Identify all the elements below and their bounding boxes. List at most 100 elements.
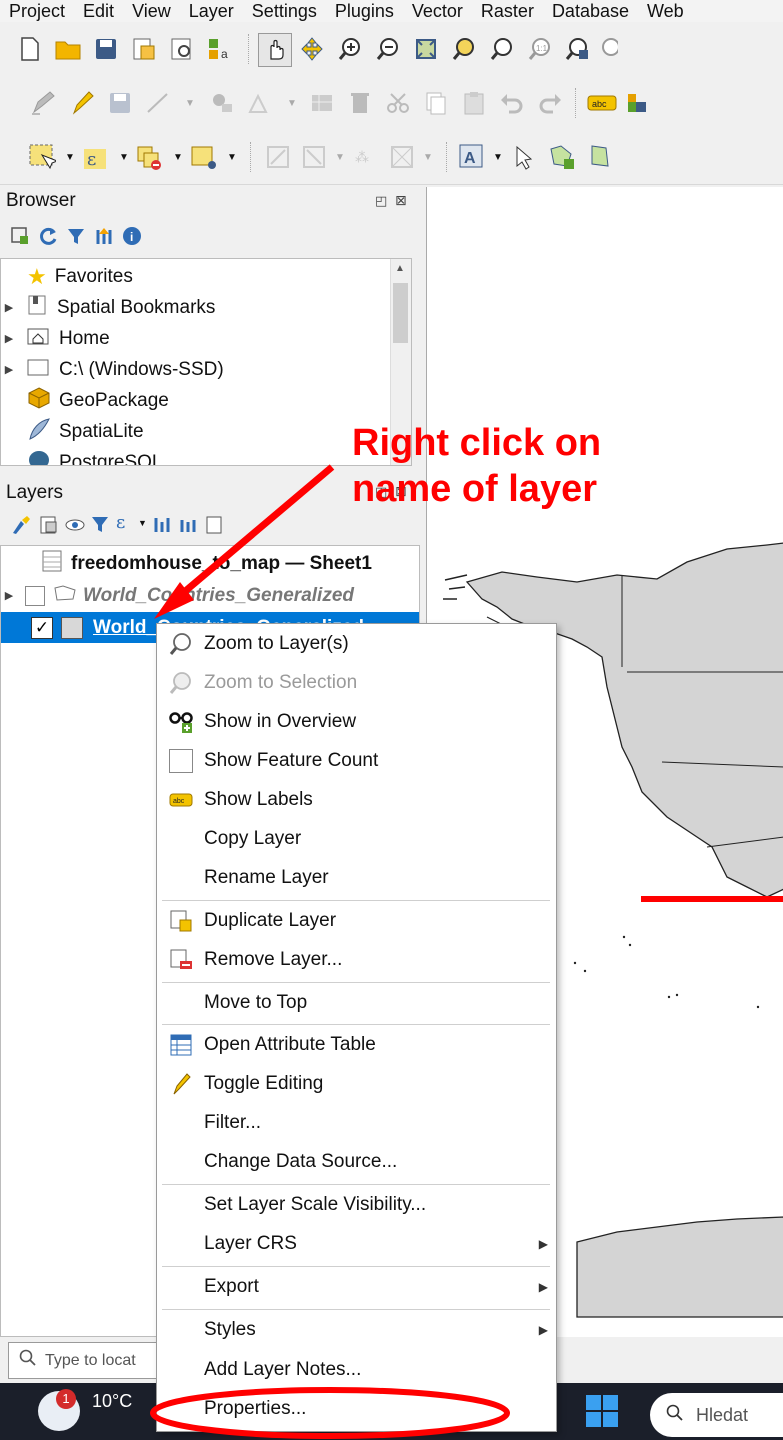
menu-zoom-to-layer[interactable]: Zoom to Layer(s) [157,625,556,663]
edit-table-icon[interactable] [306,87,338,119]
info-icon[interactable]: i [122,226,142,251]
menu-layer[interactable]: Layer [180,0,243,22]
layer-visibility-checkbox[interactable] [25,585,45,606]
expand-all-icon[interactable] [152,514,174,541]
add-group-icon[interactable] [38,514,60,541]
toggle-editing-icon[interactable] [66,87,98,119]
menu-view[interactable]: View [123,0,180,22]
menu-vector[interactable]: Vector [403,0,472,22]
menu-web[interactable]: Web [638,0,693,22]
dropdown-arrow-icon[interactable]: ▼ [224,141,240,173]
menu-plugins[interactable]: Plugins [326,0,403,22]
remove-layer-icon[interactable] [204,514,226,541]
add-part-icon[interactable] [546,141,578,173]
menu-properties[interactable]: Properties... [157,1390,556,1428]
scrollbar-thumb[interactable] [393,283,408,343]
browser-item-postgresql[interactable]: PostgreSQL [1,447,163,465]
menu-open-attribute-table[interactable]: Open Attribute Table [157,1026,556,1064]
snapping-icon[interactable]: ⁂ [350,141,382,173]
dropdown-arrow-icon[interactable]: ▼ [180,87,200,119]
dropdown-arrow-icon[interactable]: ▼ [116,141,132,173]
zoom-last-icon[interactable] [562,33,594,65]
checkbox-icon[interactable] [169,749,193,773]
windows-start-icon[interactable] [582,1391,622,1431]
locator-search[interactable]: Type to locat [8,1342,158,1379]
layer-labeling-icon[interactable] [626,87,650,119]
open-project-icon[interactable] [52,33,84,65]
add-selected-layers-icon[interactable] [10,226,30,251]
menu-rename-layer[interactable]: Rename Layer [157,859,556,897]
pan-to-selection-icon[interactable] [296,33,328,65]
select-features-icon[interactable] [26,141,58,173]
zoom-out-icon[interactable] [372,33,404,65]
label-toolbar-icon[interactable]: abc [586,87,618,119]
expand-arrow-icon[interactable]: ▶ [1,589,17,602]
menu-move-to-top[interactable]: Move to Top [157,984,556,1022]
select-arrow-icon[interactable] [508,141,540,173]
save-project-icon[interactable] [90,33,122,65]
vertex-tool-icon[interactable] [206,87,238,119]
browser-item-favorites[interactable]: ★ Favorites [1,261,133,292]
add-line-feature-icon[interactable] [142,87,174,119]
menu-show-in-overview[interactable]: Show in Overview [157,703,556,741]
layer-item-freedomhouse[interactable]: freedomhouse_to_map — Sheet1 [1,548,372,579]
style-manager-icon[interactable]: a [204,33,236,65]
weather-temperature[interactable]: 10°C [92,1391,132,1412]
new-project-icon[interactable] [14,33,46,65]
expand-arrow-icon[interactable]: ▶ [1,301,17,314]
zoom-full-icon[interactable] [410,33,442,65]
pan-map-icon[interactable] [258,33,292,67]
menu-edit[interactable]: Edit [74,0,123,22]
redo-icon[interactable] [534,87,566,119]
menu-raster[interactable]: Raster [472,0,543,22]
menu-layer-crs[interactable]: Layer CRS ▶ [157,1225,556,1263]
collapse-all-icon[interactable] [178,514,200,541]
dropdown-arrow-icon[interactable]: ▼ [62,141,78,173]
dropdown-arrow-icon[interactable]: ▼ [170,141,186,173]
menu-copy-layer[interactable]: Copy Layer [157,820,556,858]
dropdown-arrow-icon[interactable]: ▼ [282,87,302,119]
dropdown-arrow-icon[interactable]: ▼ [332,141,348,173]
menu-export[interactable]: Export ▶ [157,1268,556,1306]
menu-settings[interactable]: Settings [243,0,326,22]
select-by-expression-icon[interactable]: ε [80,141,112,173]
layer-visibility-checkbox[interactable]: ✓ [31,616,53,639]
digitize-shape-icon[interactable] [262,141,294,173]
new-print-layout-icon[interactable] [128,33,160,65]
save-edits-icon[interactable] [104,87,136,119]
label-pin-icon[interactable]: A [456,141,488,173]
paste-features-icon[interactable] [458,87,490,119]
taskbar-search[interactable]: Hledat [650,1393,783,1437]
zoom-to-selection-icon[interactable] [448,33,480,65]
copy-features-icon[interactable] [420,87,452,119]
dropdown-arrow-icon[interactable]: ▼ [138,518,147,528]
menu-zoom-to-selection[interactable]: Zoom to Selection [157,664,556,702]
menu-filter[interactable]: Filter... [157,1104,556,1142]
zoom-native-icon[interactable]: 1:1 [524,33,556,65]
dropdown-arrow-icon[interactable]: ▼ [420,141,436,173]
menu-show-feature-count[interactable]: Show Feature Count [157,742,556,780]
filter-legend-icon[interactable] [90,514,112,541]
panel-float-icon[interactable]: ◰ [375,193,387,209]
filter-icon[interactable] [66,226,86,251]
menu-duplicate-layer[interactable]: Duplicate Layer [157,902,556,940]
scroll-up-icon[interactable]: ▲ [395,263,405,274]
menu-change-data-source[interactable]: Change Data Source... [157,1143,556,1181]
panel-close-icon[interactable]: ⊠ [395,192,407,209]
filter-expression-icon[interactable]: ε [116,512,125,533]
delete-selected-icon[interactable] [344,87,376,119]
menu-add-layer-notes[interactable]: Add Layer Notes... [157,1351,556,1389]
browser-item-c-drive[interactable]: ▶ C:\ (Windows-SSD) [1,354,224,385]
dropdown-arrow-icon[interactable]: ▼ [490,141,506,173]
menu-remove-layer[interactable]: Remove Layer... [157,941,556,979]
style-layer-icon[interactable] [10,514,32,541]
deselect-features-icon[interactable] [134,141,166,173]
collapse-all-icon[interactable] [94,226,114,251]
layer-item-world-countries-1[interactable]: ▶ World_Countries_Generalized [1,580,354,611]
manage-visibility-icon[interactable] [64,514,86,541]
expand-arrow-icon[interactable]: ▶ [1,332,17,345]
menu-project[interactable]: Project [0,0,74,22]
menu-show-labels[interactable]: abc Show Labels [157,781,556,819]
browser-item-geopackage[interactable]: GeoPackage [1,385,169,416]
modify-attributes-icon[interactable] [244,87,276,119]
